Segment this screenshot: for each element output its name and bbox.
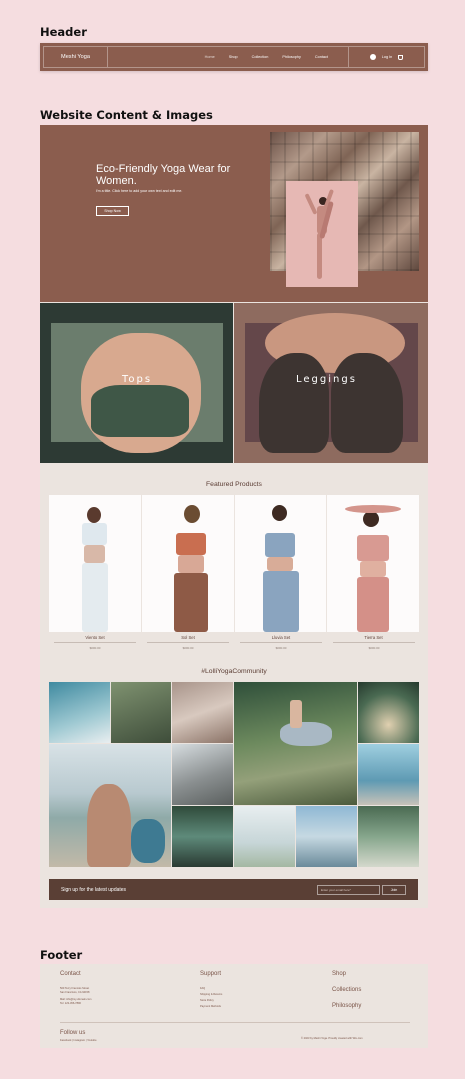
cart-icon[interactable]: [398, 54, 404, 60]
gallery-image[interactable]: [358, 744, 419, 805]
community-title: #LolliYogaCommunity: [201, 668, 267, 675]
site-header: Meshi Yoga Home Shop Collection Philosop…: [40, 43, 428, 71]
gallery-image[interactable]: [172, 682, 233, 743]
nav-collection[interactable]: Collection: [252, 55, 269, 59]
divider: [54, 642, 136, 643]
nav-home[interactable]: Home: [205, 55, 215, 59]
join-button[interactable]: Join: [382, 884, 406, 895]
product-price: $000.00: [182, 646, 194, 650]
header-section-label: Header: [40, 25, 87, 39]
footer-support-faq[interactable]: FAQ: [200, 987, 205, 991]
footer-section-label: Footer: [40, 948, 83, 962]
login-area: Log In: [348, 47, 424, 67]
header-inner: Meshi Yoga Home Shop Collection Philosop…: [43, 46, 425, 68]
footer-copyright: © 2023 by Meshi Yoga. Proudly created wi…: [301, 1037, 363, 1040]
product-price: $000.00: [89, 646, 101, 650]
footer-address-2: San Francisco, CA 94158: [60, 991, 90, 994]
product-card-tierra[interactable]: [327, 495, 419, 632]
category-label-tops: Tops: [122, 374, 153, 385]
email-input[interactable]: Enter your email here*: [317, 884, 380, 895]
hero-subtitle: I'm a title. Click here to add your own …: [96, 189, 183, 193]
footer-divider: [60, 1022, 410, 1023]
product-image: [141, 495, 234, 632]
community-gallery: [49, 682, 419, 867]
footer-social-links[interactable]: Facebook | Instagram | Youtube: [60, 1039, 97, 1043]
main-nav: Home Shop Collection Philosophy Contact: [108, 55, 348, 59]
yoga-pose-image: [286, 181, 358, 287]
product-name[interactable]: Tierra Set: [328, 635, 419, 640]
product-card-lluvia[interactable]: [234, 495, 327, 632]
content-section-label: Website Content & Images: [40, 108, 213, 122]
footer-support-title: Support: [200, 971, 222, 977]
hero-banner: Eco-Friendly Yoga Wear for Women. I'm a …: [40, 125, 428, 302]
divider: [147, 642, 229, 643]
divider: [240, 642, 322, 643]
user-icon[interactable]: [369, 54, 376, 60]
gallery-image[interactable]: [111, 682, 171, 743]
gallery-image[interactable]: [234, 682, 357, 805]
website-content: Eco-Friendly Yoga Wear for Women. I'm a …: [40, 125, 428, 908]
footer-follow-title: Follow us: [60, 1030, 86, 1036]
footer-support-shipping[interactable]: Shipping & Returns: [200, 993, 222, 997]
category-label-leggings: Leggings: [296, 374, 357, 385]
nav-contact[interactable]: Contact: [315, 55, 328, 59]
footer-link-shop[interactable]: Shop: [332, 971, 346, 977]
logo[interactable]: Meshi Yoga: [44, 47, 108, 67]
product-name[interactable]: Viento Set: [49, 635, 141, 640]
product-image: [49, 495, 141, 632]
shop-now-button[interactable]: Shop Now: [96, 206, 129, 216]
footer-link-philosophy[interactable]: Philosophy: [332, 1003, 361, 1009]
gallery-image[interactable]: [234, 806, 295, 867]
footer-support-policy[interactable]: Store Policy: [200, 999, 214, 1003]
product-image: [327, 495, 419, 632]
newsletter-signup-bar: Sign up for the latest updates Enter you…: [49, 879, 418, 900]
product-card-viento[interactable]: [49, 495, 141, 632]
footer-link-collections[interactable]: Collections: [332, 987, 361, 993]
site-footer: Contact 500 Terry Francois Street San Fr…: [40, 964, 428, 1048]
gallery-image[interactable]: [172, 744, 233, 805]
login-link[interactable]: Log In: [382, 55, 393, 59]
footer-contact-title: Contact: [60, 971, 81, 977]
featured-products-title: Featured Products: [206, 481, 262, 488]
product-name[interactable]: Lluvia Set: [235, 635, 327, 640]
nav-philosophy[interactable]: Philosophy: [282, 55, 301, 59]
gallery-image[interactable]: [358, 682, 419, 743]
footer-tel: Tel: 123-456-7890: [60, 1002, 81, 1005]
product-price: $000.00: [275, 646, 287, 650]
signup-text: Sign up for the latest updates: [61, 886, 127, 893]
footer-support-payment[interactable]: Payment Methods: [200, 1005, 221, 1009]
product-price: $000.00: [368, 646, 380, 650]
gallery-image[interactable]: [49, 744, 171, 867]
divider: [333, 642, 415, 643]
product-name[interactable]: Sol Set: [142, 635, 234, 640]
product-card-sol[interactable]: [141, 495, 234, 632]
nav-shop[interactable]: Shop: [229, 55, 238, 59]
gallery-image[interactable]: [49, 682, 110, 743]
gallery-image[interactable]: [358, 806, 419, 867]
gallery-image[interactable]: [296, 806, 357, 867]
gallery-image[interactable]: [172, 806, 233, 867]
hero-title: Eco-Friendly Yoga Wear for Women.: [96, 163, 231, 187]
product-image: [234, 495, 327, 632]
product-grid: [49, 495, 419, 632]
